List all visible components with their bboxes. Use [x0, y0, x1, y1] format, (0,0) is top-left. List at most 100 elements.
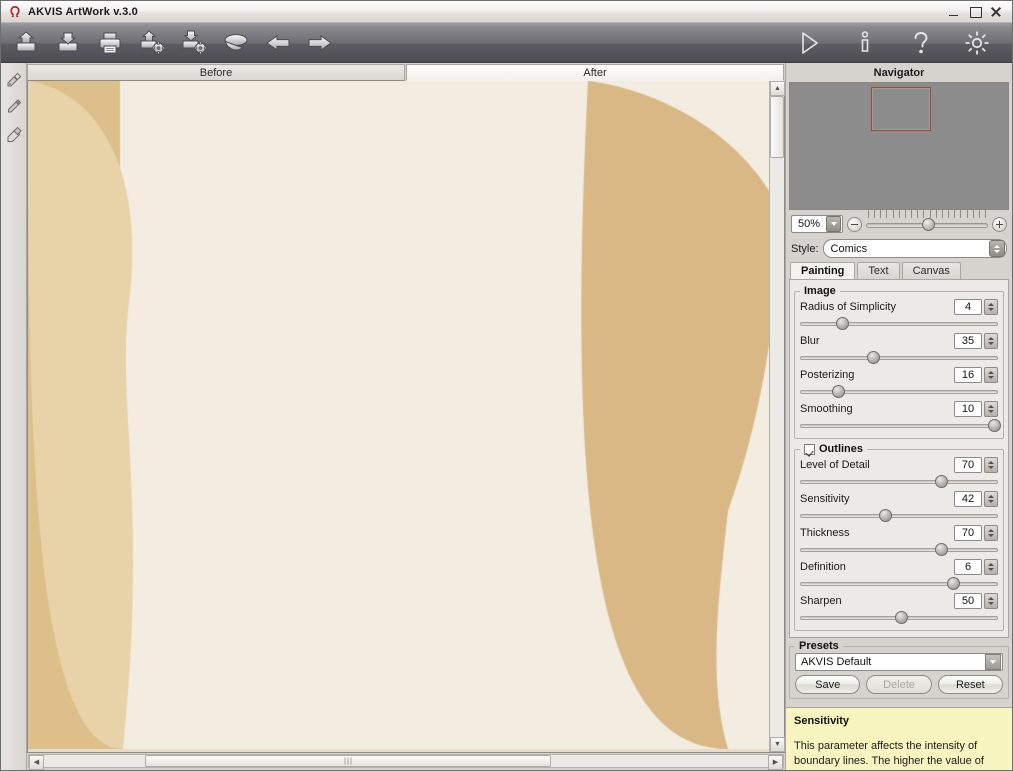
help-text: This parameter affects the intensity of … [794, 739, 1004, 770]
close-button[interactable] [990, 6, 1002, 18]
canvas-vertical-scrollbar[interactable]: ▲ ▼ [769, 81, 784, 752]
zoom-dropdown-arrow[interactable] [826, 216, 841, 232]
artwork-canvas[interactable] [28, 81, 769, 749]
param-spinner[interactable] [984, 299, 998, 315]
zoom-value: 50% [792, 218, 826, 230]
zoom-combo[interactable]: 50% [791, 215, 843, 233]
image-view-tabs: Before After [27, 63, 785, 81]
param-spinner[interactable] [984, 333, 998, 349]
about-button[interactable] [850, 28, 880, 58]
open-image-button[interactable] [11, 28, 41, 58]
param-slider-track [800, 514, 998, 518]
param-slider-knob[interactable] [867, 351, 880, 364]
smudge-tool-button[interactable] [221, 28, 251, 58]
style-select[interactable]: Comics [823, 239, 1007, 258]
tab-after[interactable]: After [406, 64, 784, 81]
eraser-tool[interactable] [4, 123, 24, 143]
param-slider[interactable] [800, 576, 998, 590]
vertical-scroll-track[interactable] [770, 96, 784, 737]
param-spinner[interactable] [984, 401, 998, 417]
print-image-button[interactable] [95, 28, 125, 58]
param-slider[interactable] [800, 542, 998, 556]
save-image-button[interactable] [53, 28, 83, 58]
param-spinner[interactable] [984, 491, 998, 507]
undo-button[interactable] [263, 28, 293, 58]
scroll-up-arrow[interactable]: ▲ [770, 81, 785, 96]
param-value-field[interactable]: 6 [954, 559, 982, 575]
param-slider-track [800, 356, 998, 360]
param-slider[interactable] [800, 316, 998, 330]
navigator-preview[interactable] [789, 82, 1009, 210]
param-value-field[interactable]: 16 [954, 367, 982, 383]
param-slider-knob[interactable] [832, 385, 845, 398]
delete-preset-button: Delete [866, 675, 931, 694]
scroll-left-arrow[interactable]: ◀ [29, 755, 44, 770]
export-settings-button[interactable] [179, 28, 209, 58]
preset-select[interactable]: AKVIS Default [795, 653, 1003, 671]
param-slider[interactable] [800, 350, 998, 364]
param-slider[interactable] [800, 508, 998, 522]
preset-dropdown-arrow[interactable] [985, 654, 1001, 670]
param-slider-knob[interactable] [935, 475, 948, 488]
scroll-right-arrow[interactable]: ▶ [768, 755, 783, 770]
param-value-field[interactable]: 35 [954, 333, 982, 349]
param-value-field[interactable]: 4 [954, 299, 982, 315]
param-spinner[interactable] [984, 367, 998, 383]
vertical-scroll-thumb[interactable] [770, 96, 784, 158]
horizontal-scroll-track[interactable] [44, 755, 768, 767]
param-spinner[interactable] [984, 593, 998, 609]
param-slider-knob[interactable] [879, 509, 892, 522]
param-slider-knob[interactable] [947, 577, 960, 590]
param-slider[interactable] [800, 384, 998, 398]
zoom-out-button[interactable] [847, 217, 862, 232]
param-spinner[interactable] [984, 559, 998, 575]
param-slider-knob[interactable] [895, 611, 908, 624]
zoom-slider-knob[interactable] [922, 218, 935, 231]
hand-tool[interactable] [4, 96, 24, 116]
outlines-checkbox[interactable] [804, 444, 815, 455]
horizontal-scroll-thumb[interactable] [145, 755, 550, 767]
param-value-field[interactable]: 70 [954, 457, 982, 473]
scroll-thumb-grip [344, 758, 353, 765]
param-slider-knob[interactable] [935, 543, 948, 556]
navigator-thumbnail[interactable] [790, 83, 1008, 209]
tab-painting[interactable]: Painting [790, 262, 855, 279]
param-spinner[interactable] [984, 525, 998, 541]
scroll-down-arrow[interactable]: ▼ [770, 737, 785, 752]
maximize-button[interactable] [969, 6, 981, 18]
canvas-horizontal-scrollbar-row: ◀ ▶ [27, 753, 785, 770]
param-slider[interactable] [800, 418, 998, 432]
history-brush-tool[interactable] [4, 69, 24, 89]
help-button[interactable] [906, 28, 936, 58]
param-slider-knob[interactable] [836, 317, 849, 330]
canvas-viewport[interactable] [28, 81, 769, 752]
run-button[interactable] [794, 28, 824, 58]
param-slider-knob[interactable] [988, 419, 1001, 432]
param-value-field[interactable]: 42 [954, 491, 982, 507]
preferences-button[interactable] [962, 28, 992, 58]
presets-group: Presets AKVIS Default Save Delete Reset [789, 640, 1009, 699]
tab-before[interactable]: Before [27, 64, 405, 81]
zoom-in-button[interactable] [992, 217, 1007, 232]
zoom-slider[interactable] [866, 216, 988, 232]
tab-text[interactable]: Text [857, 262, 899, 279]
redo-button[interactable] [305, 28, 335, 58]
param-posterizing: Posterizing 16 [800, 366, 998, 400]
style-dropdown-arrow[interactable] [989, 240, 1005, 257]
param-slider[interactable] [800, 474, 998, 488]
param-thickness: Thickness 70 [800, 524, 998, 558]
import-settings-button[interactable] [137, 28, 167, 58]
reset-preset-button[interactable]: Reset [938, 675, 1003, 694]
canvas-horizontal-scrollbar[interactable]: ◀ ▶ [28, 754, 784, 768]
param-slider-track [800, 424, 998, 428]
param-radius-of-simplicity: Radius of Simplicity 4 [800, 298, 998, 332]
param-slider[interactable] [800, 610, 998, 624]
param-value-field[interactable]: 10 [954, 401, 982, 417]
save-preset-button[interactable]: Save [795, 675, 860, 694]
image-group: Image Radius of Simplicity 4 [794, 285, 1004, 439]
param-spinner[interactable] [984, 457, 998, 473]
minimize-button[interactable] [948, 6, 960, 18]
param-value-field[interactable]: 70 [954, 525, 982, 541]
param-value-field[interactable]: 50 [954, 593, 982, 609]
tab-canvas[interactable]: Canvas [902, 262, 961, 279]
